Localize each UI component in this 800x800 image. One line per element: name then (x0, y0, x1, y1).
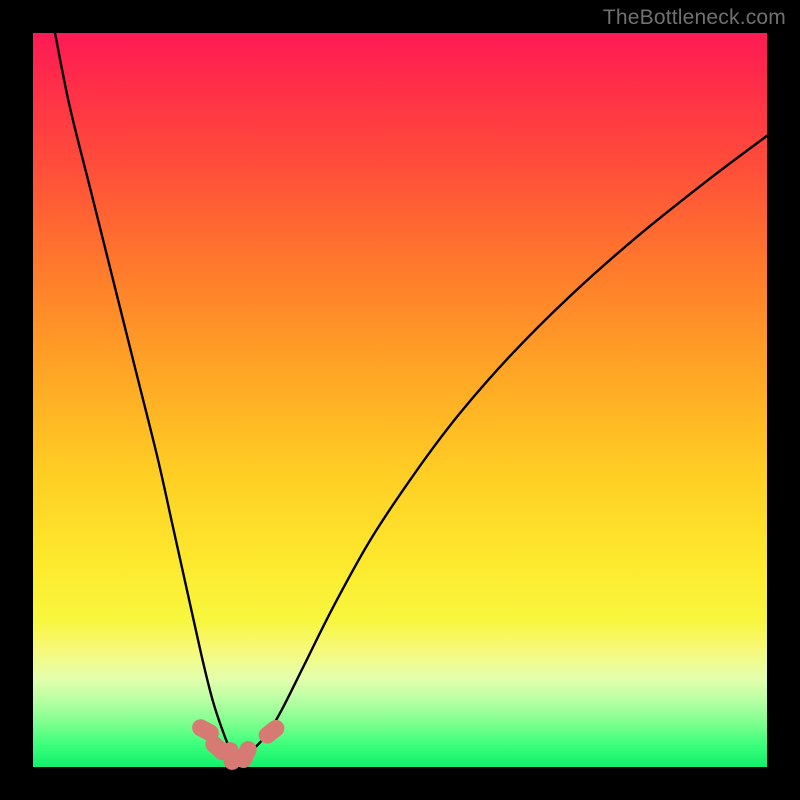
curve-layer (33, 33, 767, 767)
plot-area (33, 33, 767, 767)
bottleneck-curve (55, 33, 767, 757)
curve-markers (189, 716, 288, 771)
watermark-text: TheBottleneck.com (603, 6, 786, 30)
chart-frame: TheBottleneck.com (0, 0, 800, 800)
